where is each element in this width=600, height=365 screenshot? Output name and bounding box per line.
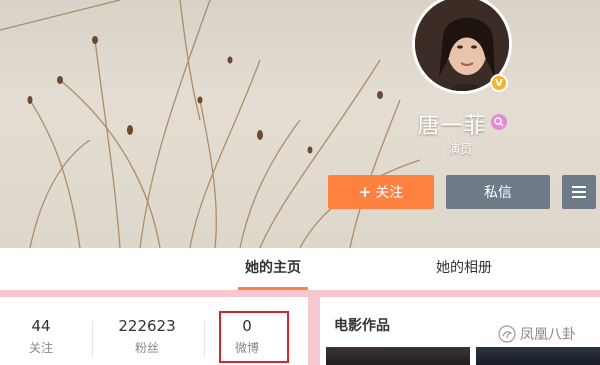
watermark-text: 凤凰八卦: [520, 327, 576, 343]
follow-label: 关注: [375, 185, 404, 201]
plus-icon: +: [358, 183, 372, 201]
stat-following-label: 关注: [28, 341, 53, 355]
tab-home[interactable]: 她的主页: [238, 248, 308, 290]
tab-album[interactable]: 她的相册: [424, 248, 504, 290]
profile-name: 唐一菲: [417, 114, 487, 139]
stat-followers-value: 222623: [118, 317, 176, 335]
stats-divider: [204, 321, 205, 357]
stats-card: 44 关注 222623 粉丝 0 微博: [0, 297, 308, 365]
highlight-box: [219, 311, 289, 363]
message-button[interactable]: 私信: [446, 175, 550, 209]
menu-icon[interactable]: [562, 175, 596, 209]
verified-badge: V: [490, 74, 508, 92]
phoenix-logo-icon: [498, 325, 516, 343]
movie-thumbnail[interactable]: [326, 347, 470, 365]
movie-thumbnail[interactable]: [476, 347, 600, 365]
message-label: 私信: [484, 185, 512, 201]
search-icon[interactable]: [491, 114, 507, 130]
cover-image: V 唐一菲 演员 + 关注 私信: [0, 0, 600, 248]
verified-badge-text: V: [495, 77, 503, 89]
stat-followers[interactable]: 222623 粉丝: [112, 317, 182, 356]
stats-divider: [92, 321, 93, 357]
profile-page: V 唐一菲 演员 + 关注 私信 她的主页 她的相册 44 关注 222623 …: [0, 0, 600, 365]
follow-button[interactable]: + 关注: [328, 175, 434, 209]
profile-title: 演员: [447, 142, 472, 156]
profile-tabs: 她的主页 她的相册: [0, 248, 600, 290]
stat-following[interactable]: 44 关注: [14, 317, 68, 356]
stat-following-value: 44: [31, 317, 51, 335]
stat-followers-label: 粉丝: [134, 341, 159, 355]
movies-title: 电影作品: [334, 318, 390, 334]
watermark: 凤凰八卦: [498, 324, 576, 344]
